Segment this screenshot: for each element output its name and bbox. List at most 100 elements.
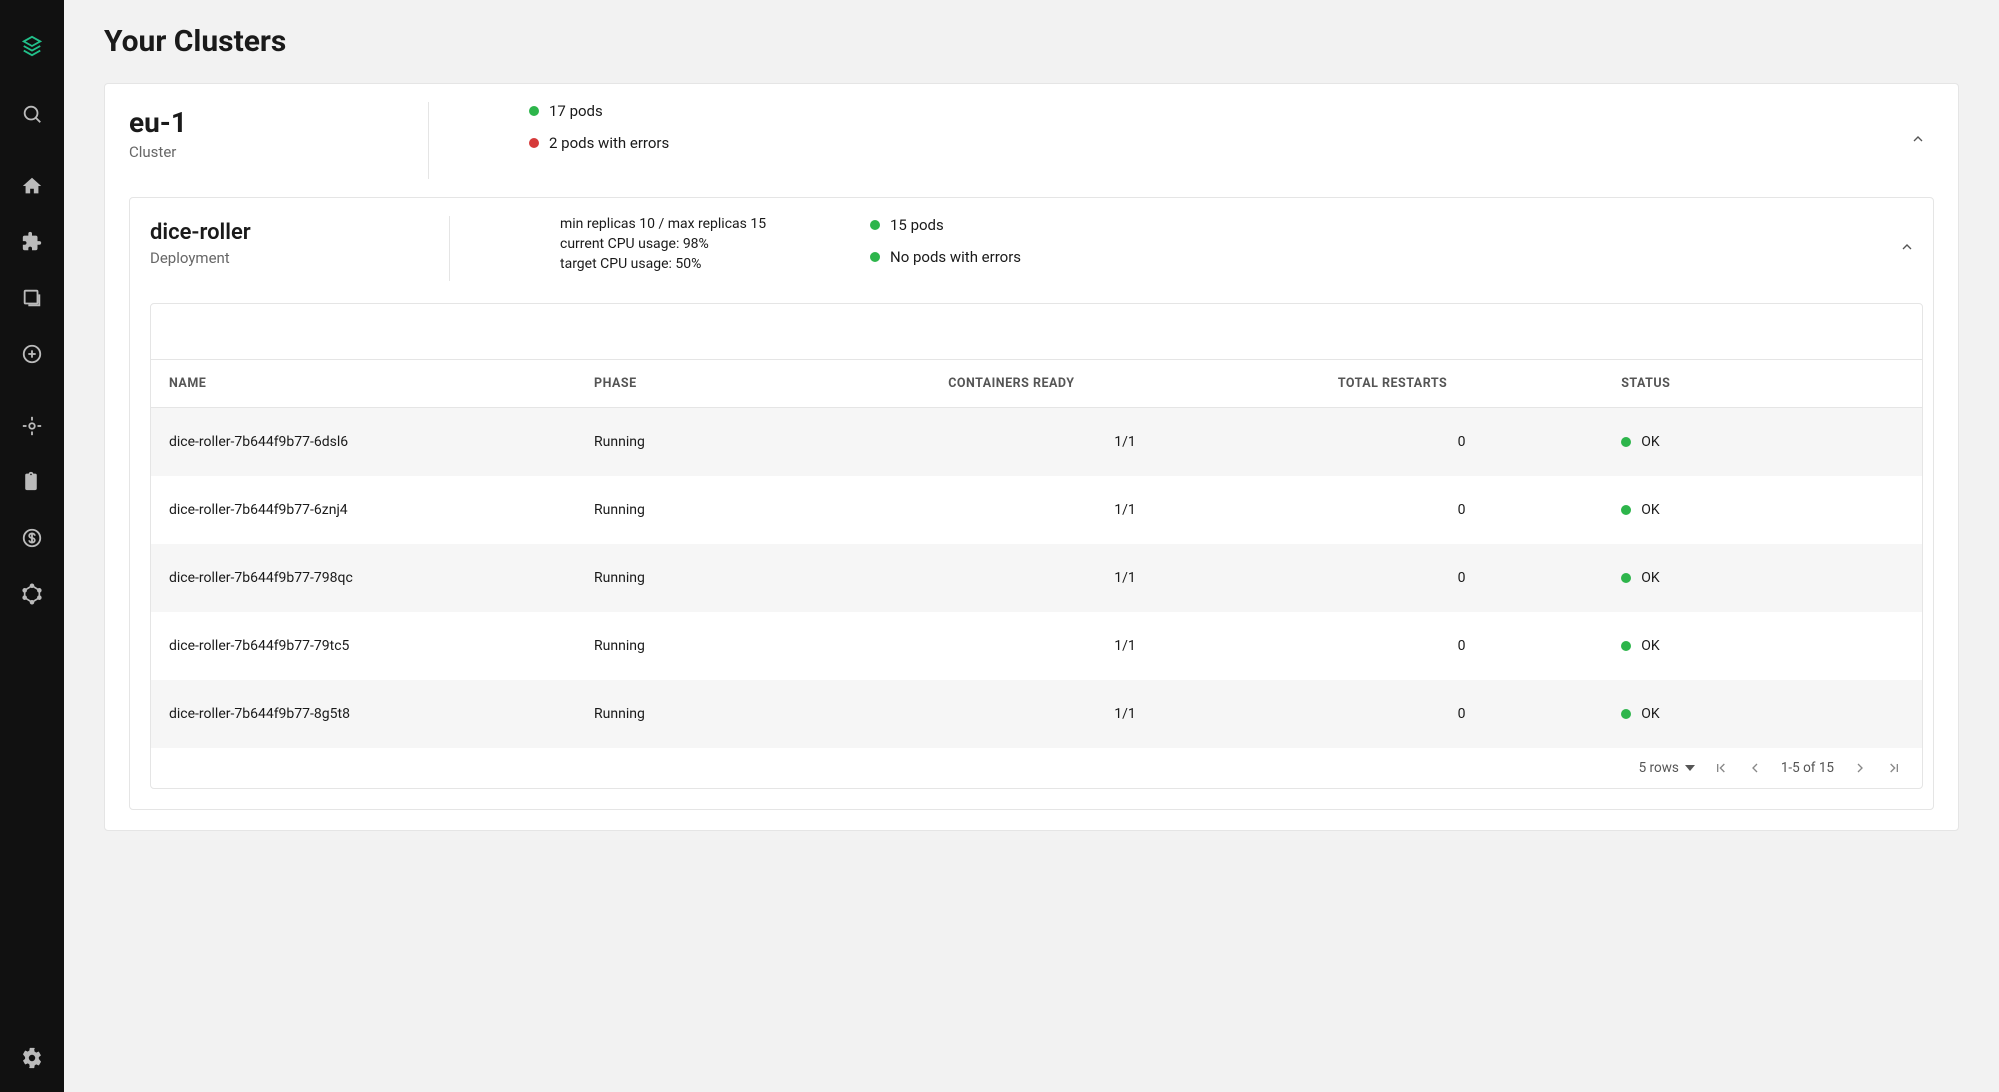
pods-table-body: dice-roller-7b644f9b77-6dsl6Running1/10O… <box>151 408 1922 749</box>
status-dot-ok-icon <box>1621 709 1631 719</box>
status-dot-ok-icon <box>1621 641 1631 651</box>
status-dot-ok-icon <box>1621 573 1631 583</box>
cluster-stats: 17 pods 2 pods with errors <box>429 102 1902 152</box>
deployment-id-block: dice-roller Deployment <box>150 216 450 281</box>
pod-restarts-cell: 0 <box>1320 680 1603 748</box>
pod-name-cell: dice-roller-7b644f9b77-79tc5 <box>151 612 576 680</box>
next-page-button[interactable] <box>1852 760 1868 776</box>
logo-icon[interactable] <box>12 26 52 66</box>
pod-name-cell: dice-roller-7b644f9b77-6dsl6 <box>151 408 576 477</box>
pod-ready-cell: 1/1 <box>930 680 1320 748</box>
rows-per-page-select[interactable]: 5 rows <box>1639 760 1695 776</box>
current-cpu-line: current CPU usage: 98% <box>560 236 870 252</box>
deployment-error-status-line: No pods with errors <box>870 248 1891 266</box>
cluster-type-label: Cluster <box>129 143 428 161</box>
pod-name-cell: dice-roller-7b644f9b77-6znj4 <box>151 476 576 544</box>
first-page-button[interactable] <box>1713 760 1729 776</box>
pod-ready-cell: 1/1 <box>930 476 1320 544</box>
pod-ready-cell: 1/1 <box>930 612 1320 680</box>
gear-icon[interactable] <box>12 1038 52 1078</box>
pod-restarts-cell: 0 <box>1320 408 1603 477</box>
pod-status-cell: OK <box>1603 612 1922 680</box>
status-dot-ok-icon <box>1621 437 1631 447</box>
home-icon[interactable] <box>12 166 52 206</box>
pod-status-text: OK <box>1641 638 1659 654</box>
cluster-header: eu-1 Cluster 17 pods 2 pods with errors <box>129 102 1934 179</box>
pod-ready-cell: 1/1 <box>930 408 1320 477</box>
pod-phase-cell: Running <box>576 476 930 544</box>
search-icon[interactable] <box>12 94 52 134</box>
deployment-header: dice-roller Deployment min replicas 10 /… <box>150 216 1923 281</box>
extension-icon[interactable] <box>12 222 52 262</box>
page-title: Your Clusters <box>104 24 1959 59</box>
pagination: 5 rows 1-5 of 15 <box>151 748 1922 788</box>
deployment-status-block: 15 pods No pods with errors <box>870 216 1891 266</box>
pod-status-text: OK <box>1641 502 1659 518</box>
table-row[interactable]: dice-roller-7b644f9b77-798qcRunning1/10O… <box>151 544 1922 612</box>
pod-phase-cell: Running <box>576 544 930 612</box>
pod-restarts-cell: 0 <box>1320 544 1603 612</box>
chevron-down-icon <box>1685 763 1695 773</box>
pod-status-cell: OK <box>1603 476 1922 544</box>
deployment-card: dice-roller Deployment min replicas 10 /… <box>129 197 1934 810</box>
status-dot-ok-icon <box>870 220 880 230</box>
status-dot-ok-icon <box>1621 505 1631 515</box>
table-row[interactable]: dice-roller-7b644f9b77-6dsl6Running1/10 O… <box>151 408 1922 477</box>
pod-name-cell: dice-roller-7b644f9b77-8g5t8 <box>151 680 576 748</box>
cluster-card: eu-1 Cluster 17 pods 2 pods with errors <box>104 83 1959 831</box>
cluster-pods-status: 17 pods <box>549 102 603 120</box>
cluster-id-block: eu-1 Cluster <box>129 102 429 179</box>
pod-status-cell: OK <box>1603 408 1922 477</box>
collapse-deployment-button[interactable] <box>1891 231 1923 267</box>
pod-status-cell: OK <box>1603 544 1922 612</box>
deployment-cpu-block: min replicas 10 / max replicas 15 curren… <box>450 216 870 272</box>
pods-table-toolbar <box>151 304 1922 360</box>
graphql-icon[interactable] <box>12 574 52 614</box>
status-dot-ok-icon <box>529 106 539 116</box>
pod-phase-cell: Running <box>576 408 930 477</box>
status-dot-error-icon <box>529 138 539 148</box>
col-header-status[interactable]: STATUS <box>1603 360 1922 408</box>
add-circle-icon[interactable] <box>12 334 52 374</box>
cluster-pods-status-line: 17 pods <box>529 102 1902 120</box>
pods-table-wrap: NAME PHASE CONTAINERS READY TOTAL RESTAR… <box>150 303 1923 789</box>
clipboard-icon[interactable] <box>12 462 52 502</box>
replicas-line: min replicas 10 / max replicas 15 <box>560 216 870 232</box>
cluster-name: eu-1 <box>129 106 428 139</box>
collapse-cluster-button[interactable] <box>1902 123 1934 159</box>
pod-phase-cell: Running <box>576 680 930 748</box>
rows-per-page-label: 5 rows <box>1639 760 1679 776</box>
pod-phase-cell: Running <box>576 612 930 680</box>
pod-restarts-cell: 0 <box>1320 612 1603 680</box>
dollar-icon[interactable] <box>12 518 52 558</box>
pod-restarts-cell: 0 <box>1320 476 1603 544</box>
deployment-name: dice-roller <box>150 220 449 245</box>
pods-table: NAME PHASE CONTAINERS READY TOTAL RESTAR… <box>151 360 1922 748</box>
col-header-ready[interactable]: CONTAINERS READY <box>930 360 1320 408</box>
deployment-pods-status-line: 15 pods <box>870 216 1891 234</box>
table-row[interactable]: dice-roller-7b644f9b77-79tc5Running1/10 O… <box>151 612 1922 680</box>
prev-page-button[interactable] <box>1747 760 1763 776</box>
target-icon[interactable] <box>12 406 52 446</box>
target-cpu-line: target CPU usage: 50% <box>560 256 870 272</box>
pod-status-text: OK <box>1641 706 1659 722</box>
col-header-phase[interactable]: PHASE <box>576 360 930 408</box>
col-header-name[interactable]: NAME <box>151 360 576 408</box>
library-icon[interactable] <box>12 278 52 318</box>
deployment-pods-status: 15 pods <box>890 216 944 234</box>
table-row[interactable]: dice-roller-7b644f9b77-6znj4Running1/10 O… <box>151 476 1922 544</box>
deployment-type-label: Deployment <box>150 249 449 267</box>
deployment-error-status: No pods with errors <box>890 248 1021 266</box>
cluster-error-status: 2 pods with errors <box>549 134 669 152</box>
pod-name-cell: dice-roller-7b644f9b77-798qc <box>151 544 576 612</box>
last-page-button[interactable] <box>1886 760 1902 776</box>
pagination-range: 1-5 of 15 <box>1781 760 1834 776</box>
col-header-restarts[interactable]: TOTAL RESTARTS <box>1320 360 1603 408</box>
table-row[interactable]: dice-roller-7b644f9b77-8g5t8Running1/10 O… <box>151 680 1922 748</box>
pods-table-header-row: NAME PHASE CONTAINERS READY TOTAL RESTAR… <box>151 360 1922 408</box>
sidebar <box>0 0 64 1092</box>
main-content: Your Clusters eu-1 Cluster 17 pods 2 pod… <box>64 0 1999 1092</box>
cluster-error-status-line: 2 pods with errors <box>529 134 1902 152</box>
pod-status-cell: OK <box>1603 680 1922 748</box>
pod-status-text: OK <box>1641 434 1659 450</box>
